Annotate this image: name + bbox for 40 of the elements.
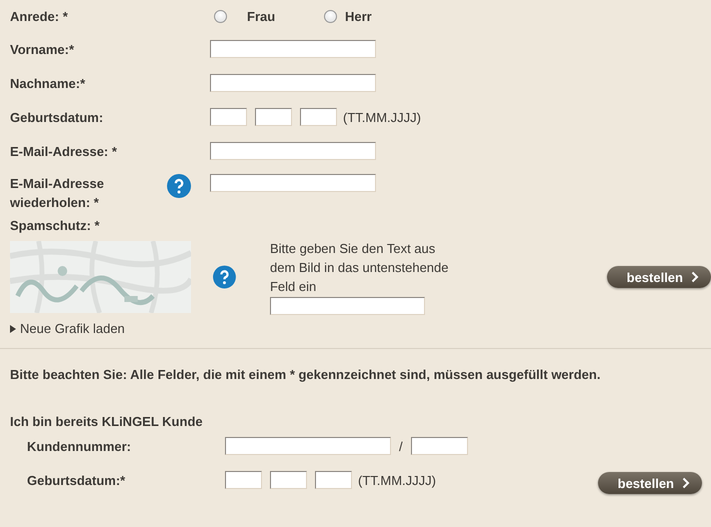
- radio-label[interactable]: Herr: [345, 8, 372, 24]
- help-icon[interactable]: [167, 174, 191, 198]
- section-heading: Ich bin bereits KLiNGEL Kunde: [10, 414, 204, 429]
- radio-button[interactable]: [214, 10, 227, 22]
- order-button[interactable]: bestellen: [606, 266, 711, 288]
- input-field[interactable]: [210, 142, 376, 160]
- reload-link[interactable]: Neue Grafik laden: [10, 321, 125, 336]
- radio-button[interactable]: [324, 10, 337, 22]
- triangle-icon: [10, 324, 16, 332]
- chevron-icon: [682, 477, 690, 489]
- field-label: Geburtsdatum:: [10, 108, 104, 126]
- input-field[interactable]: [210, 74, 376, 92]
- field-label: E-Mail-Adresse: *: [10, 142, 118, 160]
- input-field[interactable]: [225, 437, 391, 455]
- field-label: E-Mail-Adresse wiederholen: *: [10, 175, 105, 212]
- input-field[interactable]: [300, 108, 337, 126]
- input-field[interactable]: [210, 174, 376, 192]
- date-format-hint: (TT.MM.JJJJ): [358, 472, 436, 488]
- order-button[interactable]: bestellen: [598, 472, 702, 494]
- instruction-text: Bitte geben Sie den Text aus dem Bild in das untenstehende Feld ein: [270, 240, 450, 296]
- required-fields-note: Bitte beachten Sie: Alle Felder, die mit einem * gekennzeichnet sind, müssen ausgefüllt werden.: [10, 367, 602, 382]
- field-label: Anrede: *: [10, 8, 69, 24]
- field-label: Geburtsdatum:*: [27, 472, 126, 488]
- date-format-hint: (TT.MM.JJJJ): [343, 110, 421, 124]
- chevron-icon: [690, 271, 699, 283]
- input-field[interactable]: [255, 108, 292, 126]
- input-field[interactable]: [315, 471, 352, 489]
- input-field[interactable]: [210, 108, 247, 126]
- input-field[interactable]: [225, 471, 262, 489]
- field-label: Vorname:*: [10, 40, 76, 58]
- input-field[interactable]: [210, 40, 376, 58]
- radio-label[interactable]: Frau: [247, 8, 276, 24]
- field-label: Spamschutz: *: [10, 218, 101, 233]
- input-field[interactable]: [270, 471, 307, 489]
- separator-text: /: [399, 438, 403, 454]
- field-label: Nachname:*: [10, 74, 86, 92]
- input-field[interactable]: [410, 437, 468, 455]
- captcha-input-field[interactable]: [270, 297, 425, 315]
- help-icon[interactable]: [213, 265, 236, 289]
- field-label: Kundennummer:: [27, 438, 132, 454]
